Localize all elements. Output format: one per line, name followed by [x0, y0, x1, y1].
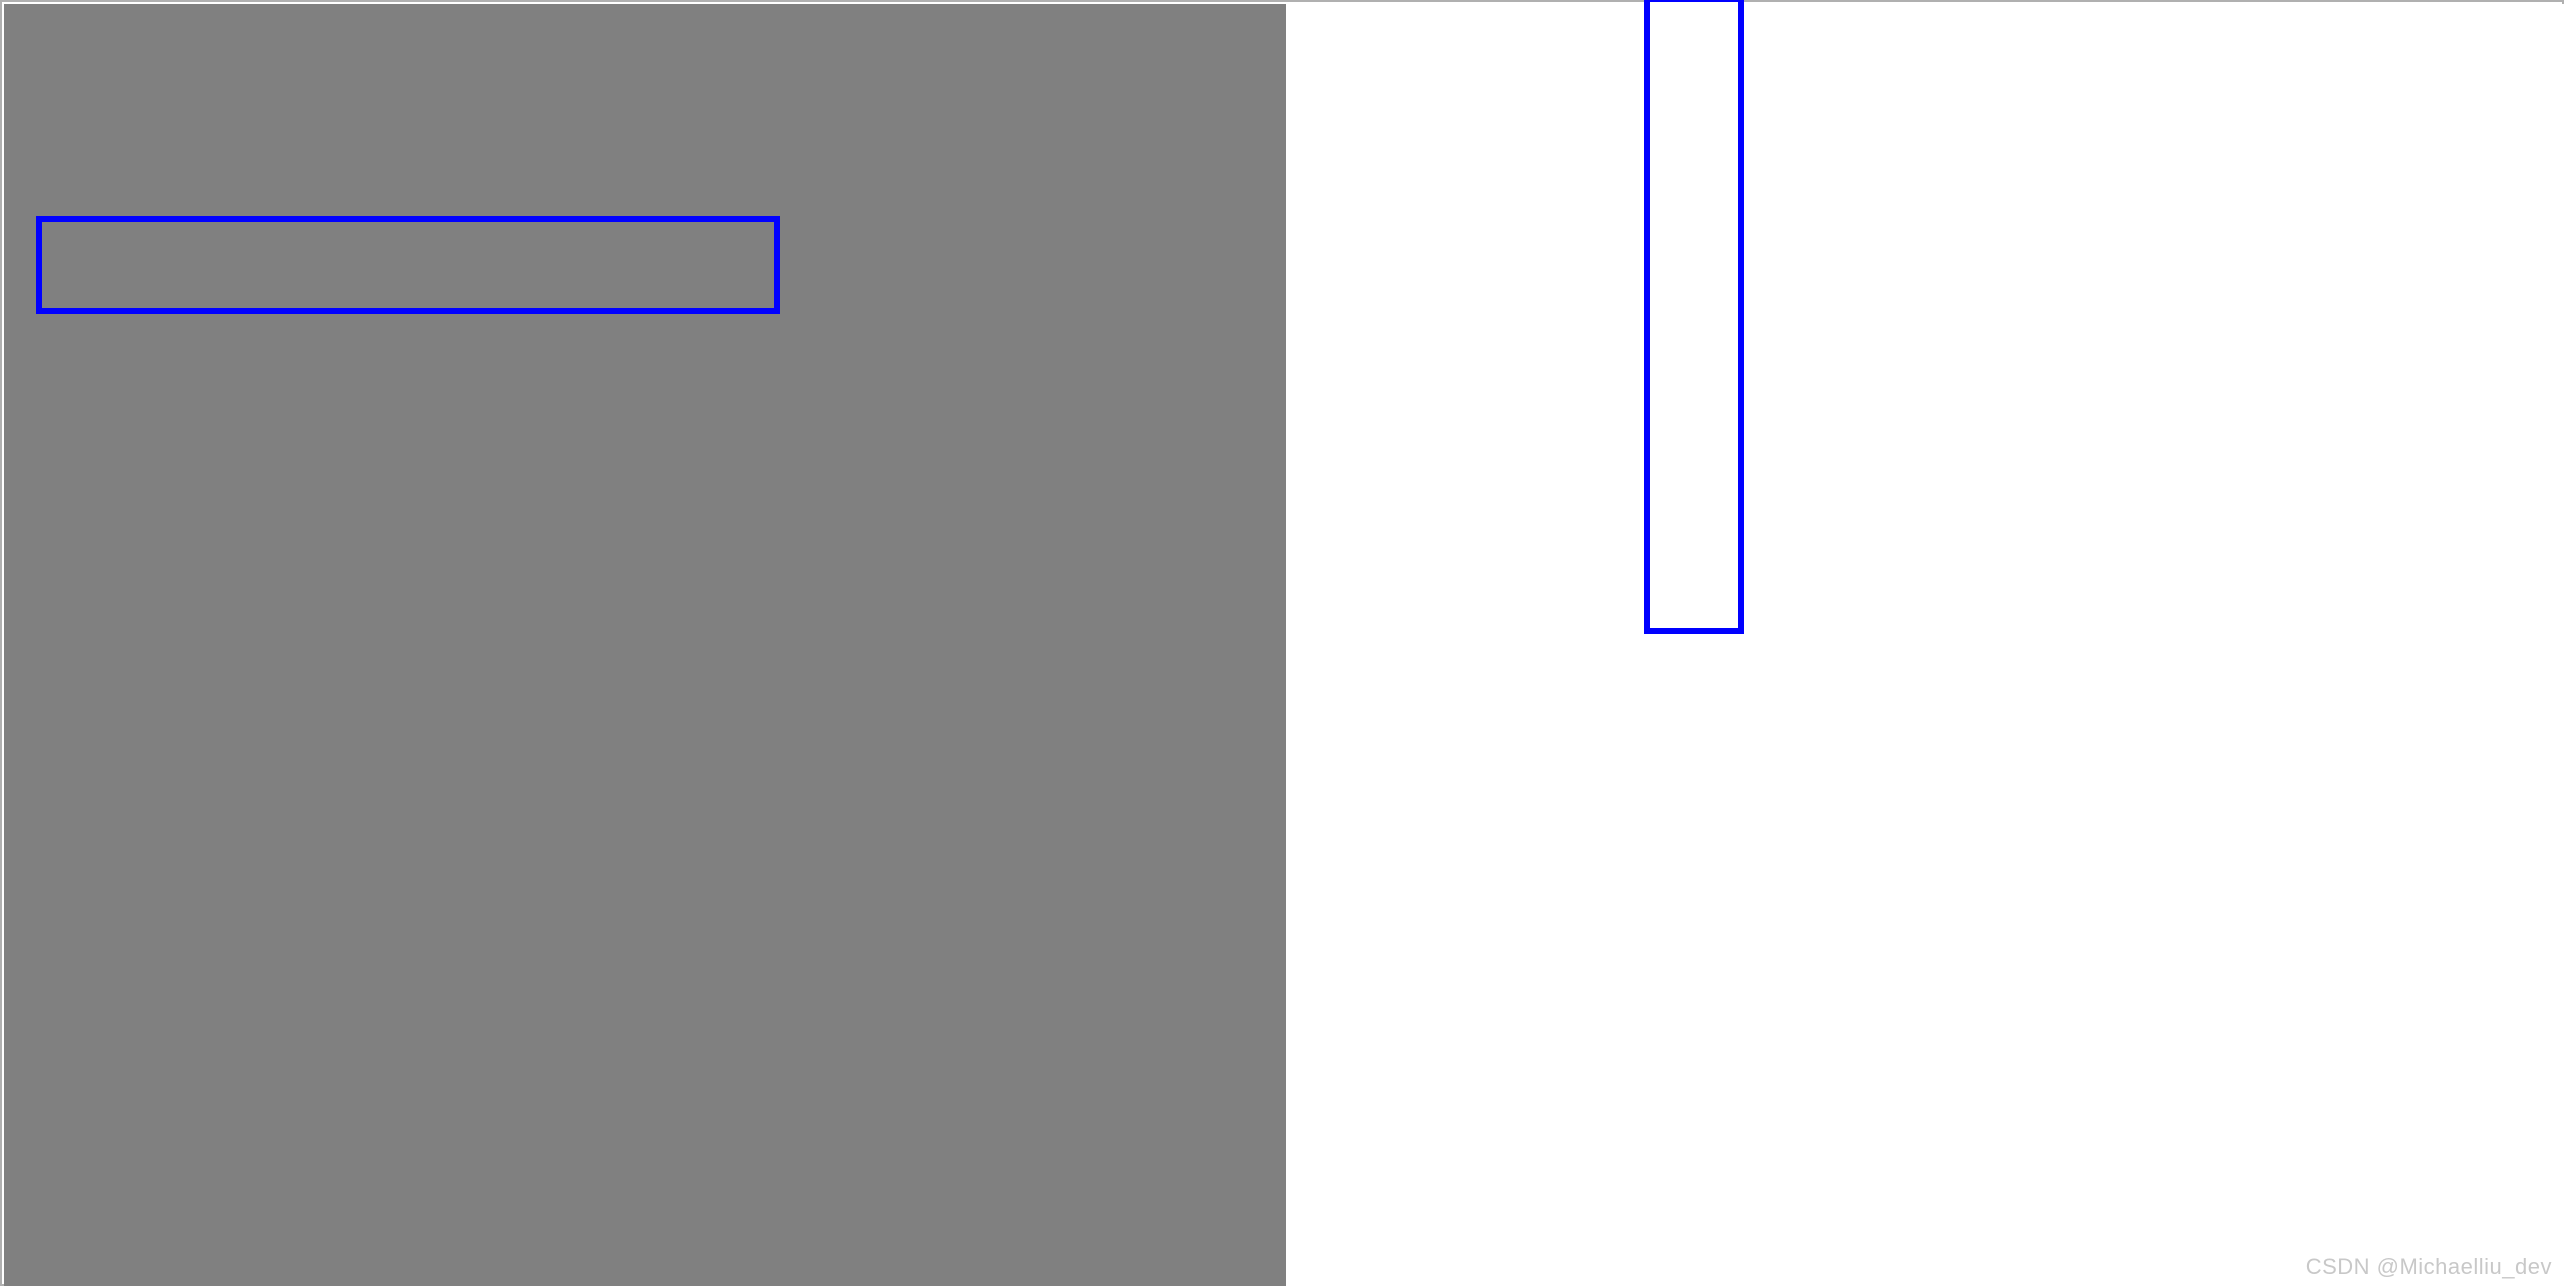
- rect-original: [36, 216, 780, 314]
- canvas: CSDN @Michaelliu_dev: [0, 0, 2564, 1286]
- watermark: CSDN @Michaelliu_dev: [2306, 1254, 2552, 1280]
- rect-rotated: [1644, 0, 1744, 634]
- left-panel: [4, 4, 1286, 1286]
- right-panel: [1286, 4, 2564, 1286]
